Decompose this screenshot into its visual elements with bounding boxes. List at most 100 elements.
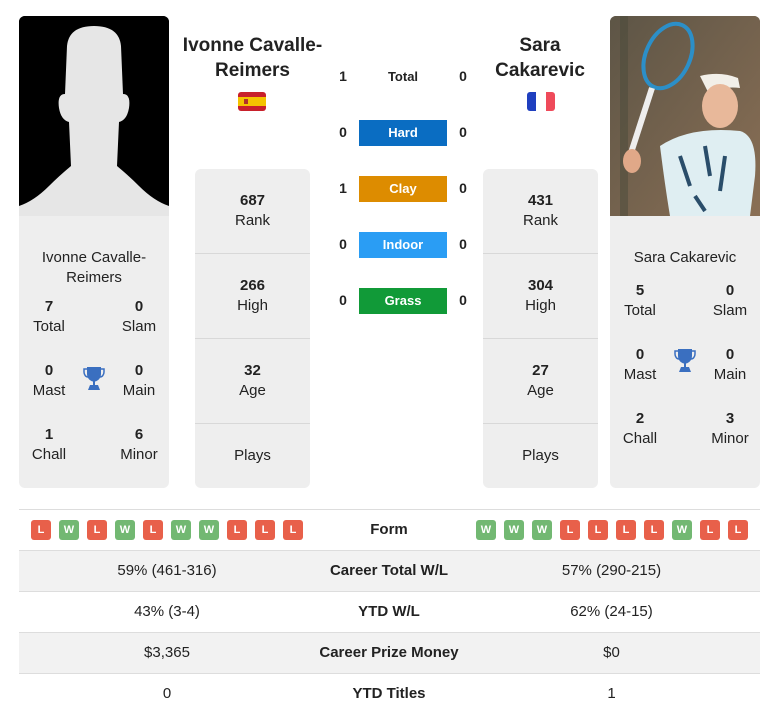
h2h-clay-row: 1 Clay 0 [335, 176, 475, 202]
form-loss-badge[interactable]: L [255, 520, 275, 540]
player1-age: 32 Age [239, 362, 266, 399]
player1-title-minor: 6 Minor [120, 426, 158, 463]
form-win-badge[interactable]: W [115, 520, 135, 540]
surface-indoor-badge[interactable]: Indoor [359, 232, 447, 258]
surface-hard-badge[interactable]: Hard [359, 120, 447, 146]
divider [195, 253, 310, 254]
player1-card-name: Ivonne Cavalle-Reimers [41, 249, 147, 286]
form-loss-badge[interactable]: L [644, 520, 664, 540]
player2-title-minor: 3 Minor [711, 410, 749, 447]
form-win-badge[interactable]: W [672, 520, 692, 540]
player1-title-mast: 0 Mast [32, 362, 66, 399]
player2-career-wl: 57% (290-215) [561, 562, 662, 579]
player2-ytd-wl: 62% (24-15) [570, 603, 653, 620]
h2h-total-label: Total [387, 69, 419, 84]
h2h-hard-row: 0 Hard 0 [335, 120, 475, 146]
divider [195, 423, 310, 424]
player2-photo[interactable] [610, 16, 760, 216]
form-loss-badge[interactable]: L [560, 520, 580, 540]
h2h-p1-value: 0 [339, 124, 347, 140]
player1-title-total: 7 Total [33, 298, 65, 335]
silhouette-icon [19, 16, 169, 216]
player1-high: 266 High [237, 277, 268, 314]
player2-form: WWWLLLLWLL [476, 510, 748, 550]
form-win-badge[interactable]: W [504, 520, 524, 540]
player1-form: LWLWLWWLLL [31, 510, 303, 550]
form-row: LWLWLWWLLL Form WWWLLLLWLL [19, 509, 760, 550]
h2h-p2-value: 0 [459, 124, 467, 140]
table-row: 43% (3-4) YTD W/L 62% (24-15) [19, 591, 760, 632]
player2-ytd-titles: 1 [607, 685, 616, 702]
player1-career-wl: 59% (461-316) [117, 562, 217, 579]
trophy-icon [82, 366, 106, 392]
surface-clay-badge[interactable]: Clay [359, 176, 447, 202]
player1-rank: 687 Rank [234, 192, 271, 229]
h2h-p1-value: 0 [339, 292, 347, 308]
divider [483, 253, 598, 254]
h2h-p2-value: 0 [459, 292, 467, 308]
france-flag-icon [527, 92, 555, 111]
player2-plays: Plays [522, 447, 559, 464]
h2h-p1-value: 0 [339, 236, 347, 252]
form-label: Form [370, 521, 408, 538]
table-row: 59% (461-316) Career Total W/L 57% (290-… [19, 550, 760, 591]
form-loss-badge[interactable]: L [616, 520, 636, 540]
player2-high: 304 High [525, 277, 556, 314]
player2-age: 27 Age [527, 362, 554, 399]
player2-title-mast: 0 Mast [623, 346, 657, 383]
player1-plays: Plays [234, 447, 271, 464]
h2h-total-row: 1 Total 0 [335, 64, 475, 88]
player2-stats: 431 Rank 304 High 27 Age Plays [483, 169, 598, 488]
h2h-p1-value: 1 [339, 180, 347, 196]
player-photo-icon [610, 16, 760, 216]
form-win-badge[interactable]: W [59, 520, 79, 540]
form-win-badge[interactable]: W [171, 520, 191, 540]
player1-title-chall: 1 Chall [31, 426, 67, 463]
form-loss-badge[interactable]: L [728, 520, 748, 540]
form-loss-badge[interactable]: L [283, 520, 303, 540]
player1-title-main: 0 Main [122, 362, 156, 399]
player1-name-heading[interactable]: Ivonne Cavalle-Reimers [175, 33, 330, 83]
trophy-icon [673, 348, 697, 374]
form-win-badge[interactable]: W [199, 520, 219, 540]
divider [483, 338, 598, 339]
player2-card-name: Sara Cakarevic [633, 249, 737, 266]
h2h-grass-row: 0 Grass 0 [335, 288, 475, 314]
h2h-p2-value: 0 [459, 68, 467, 84]
player2-name-heading[interactable]: Sara Cakarevic [480, 33, 600, 83]
divider [483, 423, 598, 424]
player1-title-slam: 0 Slam [121, 298, 157, 335]
player1-ytd-titles: 0 [162, 685, 172, 702]
player1-stats: 687 Rank 266 High 32 Age Plays [195, 169, 310, 488]
spain-flag-icon [238, 92, 266, 111]
form-loss-badge[interactable]: L [87, 520, 107, 540]
form-win-badge[interactable]: W [532, 520, 552, 540]
form-loss-badge[interactable]: L [588, 520, 608, 540]
form-loss-badge[interactable]: L [227, 520, 247, 540]
player2-title-total: 5 Total [624, 282, 656, 319]
h2h-p1-value: 1 [339, 68, 347, 84]
row-label: Career Total W/L [329, 562, 449, 579]
surface-grass-badge[interactable]: Grass [359, 288, 447, 314]
divider [195, 338, 310, 339]
h2h-p2-value: 0 [459, 236, 467, 252]
table-row: $3,365 Career Prize Money $0 [19, 632, 760, 673]
row-label: Career Prize Money [319, 644, 459, 661]
player2-title-chall: 2 Chall [622, 410, 658, 447]
row-label: YTD W/L [358, 603, 420, 620]
player2-prize-money: $0 [603, 644, 620, 661]
form-loss-badge[interactable]: L [700, 520, 720, 540]
player2-title-main: 0 Main [713, 346, 747, 383]
form-win-badge[interactable]: W [476, 520, 496, 540]
h2h-p2-value: 0 [459, 180, 467, 196]
form-loss-badge[interactable]: L [143, 520, 163, 540]
player1-photo[interactable] [19, 16, 169, 216]
player2-rank: 431 Rank [522, 192, 559, 229]
table-row: 0 YTD Titles 1 [19, 673, 760, 714]
player2-title-slam: 0 Slam [712, 282, 748, 319]
row-label: YTD Titles [352, 685, 426, 702]
player1-prize-money: $3,365 [144, 644, 190, 661]
h2h-indoor-row: 0 Indoor 0 [335, 232, 475, 258]
player1-ytd-wl: 43% (3-4) [134, 603, 200, 620]
form-loss-badge[interactable]: L [31, 520, 51, 540]
